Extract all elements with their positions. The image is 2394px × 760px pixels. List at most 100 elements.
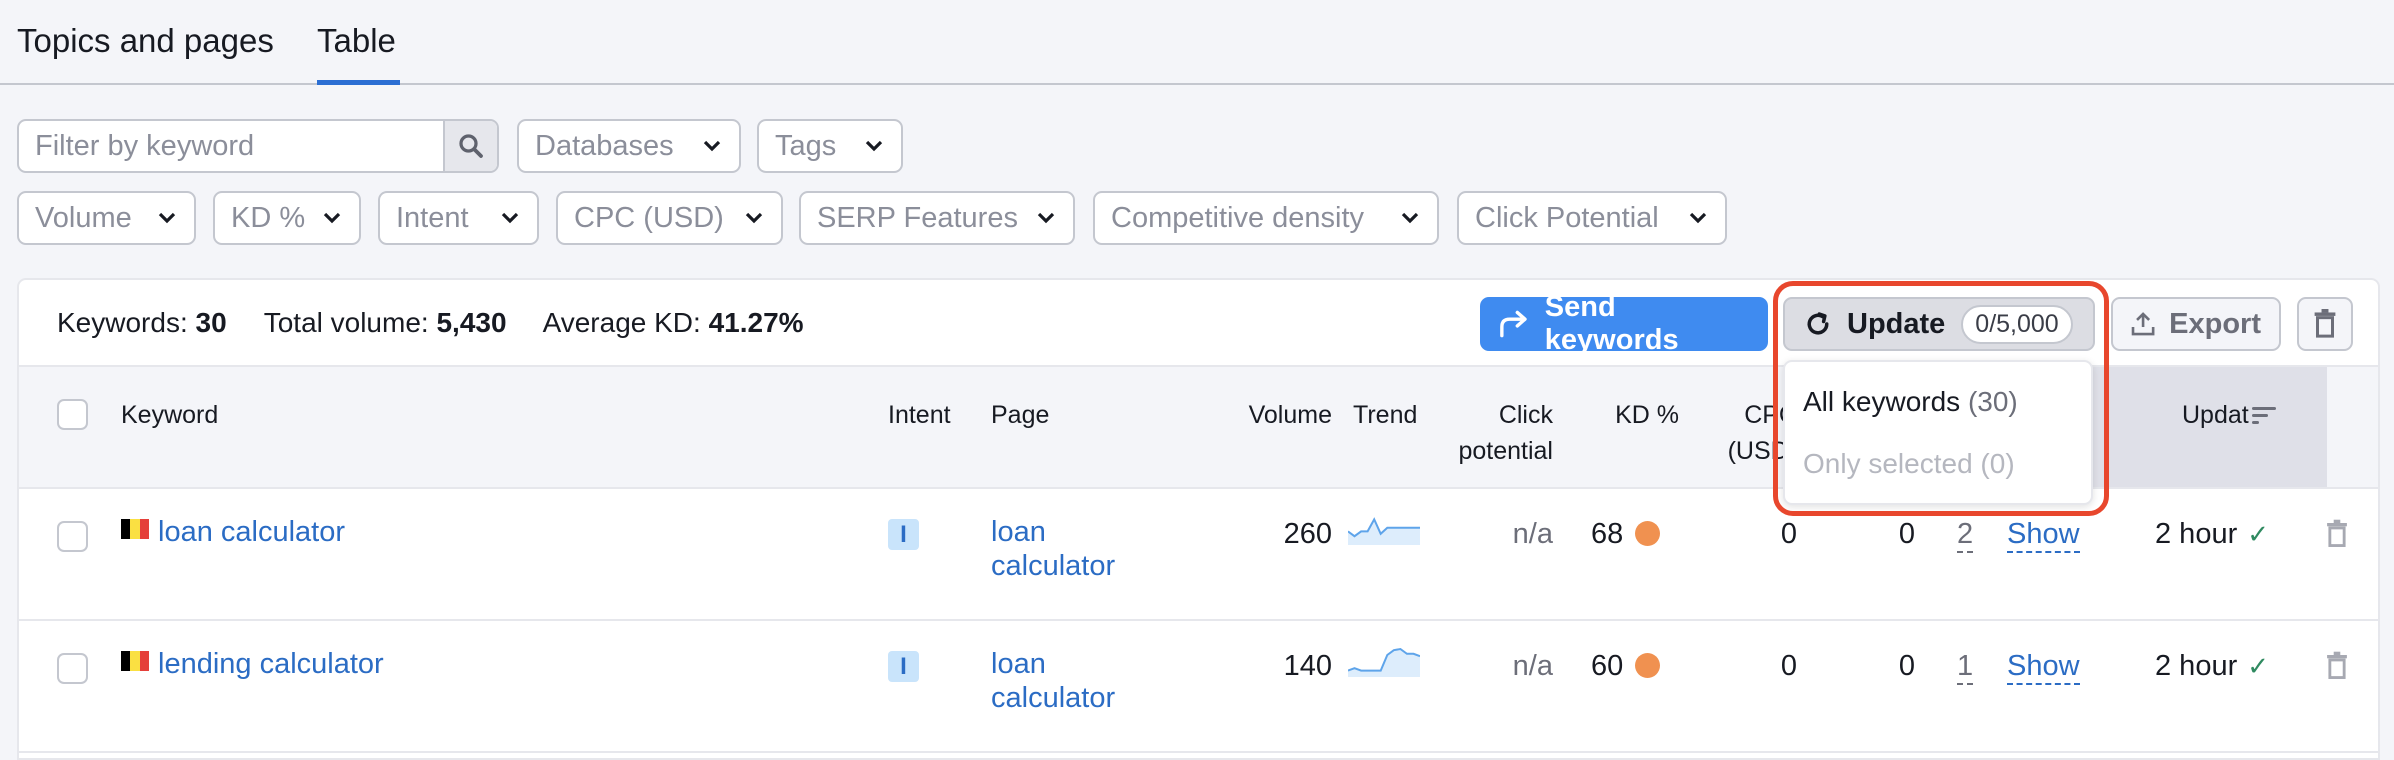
chevron-down-icon [1399,207,1421,229]
row-checkbox[interactable] [57,521,88,552]
volume-filter[interactable]: Volume [17,191,196,245]
average-kd-label: Average KD: [542,307,701,338]
serp-show-link[interactable]: Show [2007,517,2080,553]
table-row: lending calculator I loan calculator 140… [19,621,2378,753]
tags-filter[interactable]: Tags [757,119,903,173]
trash-icon [2327,519,2347,547]
column-header-page[interactable]: Page [991,397,1049,433]
keyword-link[interactable]: loan calculator [158,516,345,548]
update-dropdown-menu: All keywords (30) Only selected (0) [1783,360,2093,505]
column-header-updated[interactable]: Updat [2182,397,2278,433]
export-button[interactable]: Export [2111,297,2281,351]
intent-badge: I [888,651,919,682]
page-link-line1: loan [991,648,1046,680]
serp-features-filter[interactable]: SERP Features [799,191,1075,245]
send-keywords-button[interactable]: Send keywords [1480,291,1768,356]
cpc-filter[interactable]: CPC (USD) [556,191,783,245]
serp-features-count[interactable]: 2 [1957,517,1974,553]
column-header-click-potential[interactable]: Click potential [1419,397,1553,469]
kd-value: 68 [1591,518,1624,550]
volume-cell: 260 [1283,518,1332,550]
cpc-filter-label: CPC (USD) [574,201,724,234]
tags-filter-label: Tags [775,129,837,162]
table-row: loan calculator I loan calculator 260 n/… [19,489,2378,621]
kd-cell: 68 [1591,517,1661,551]
tab-topics-and-pages[interactable]: Topics and pages [17,22,274,60]
search-icon [459,134,483,158]
column-header-click-potential-line2: potential [1458,437,1553,465]
option-count: (30) [1967,386,2018,417]
select-all-checkbox[interactable] [57,399,88,430]
update-label: Update [1847,307,1946,340]
kd-filter[interactable]: KD % [213,191,361,245]
serp-show-link[interactable]: Show [2007,649,2080,685]
refresh-icon [1807,312,1829,335]
updated-cell: 2 hour ✓ [2155,517,2269,551]
column-header-updated-label: Updat [2182,401,2249,429]
active-tab-indicator [317,80,400,85]
kd-difficulty-dot [1635,521,1661,546]
tab-bar: Topics and pages Table [0,0,2394,85]
kd-filter-label: KD % [231,201,306,234]
click-potential-cell: n/a [1512,650,1553,682]
delete-row-button[interactable] [2326,651,2348,686]
total-volume-value: 5,430 [436,307,507,338]
tab-table[interactable]: Table [317,22,396,60]
column-header-keyword[interactable]: Keyword [121,397,218,433]
volume-cell: 140 [1283,650,1332,682]
update-quota-badge: 0/5,000 [1961,304,2073,344]
row-checkbox[interactable] [57,653,88,684]
page-link-line1: loan [991,516,1046,548]
keyword-cell: lending calculator [121,647,384,681]
serp-features-count[interactable]: 1 [1957,649,1974,685]
total-volume-label: Total volume: [263,307,429,338]
column-header-volume[interactable]: Volume [1232,397,1332,433]
keyword-cell: loan calculator [121,515,345,549]
chevron-down-icon [499,207,521,229]
update-only-selected-option: Only selected (0) [1803,448,2015,480]
option-label: All keywords [1803,386,1961,417]
send-keywords-label: Send keywords [1544,291,1679,356]
column-header-kd[interactable]: KD % [1599,397,1679,433]
chevron-down-icon [321,207,343,229]
keyword-filter-input[interactable]: Filter by keyword [17,119,499,173]
chevron-down-icon [1035,207,1057,229]
column-header-trend[interactable]: Trend [1353,397,1417,433]
delete-row-button[interactable] [2326,519,2348,554]
chevron-down-icon [1687,207,1709,229]
databases-filter-label: Databases [535,129,674,162]
belgium-flag-icon [121,519,149,539]
page-link[interactable]: loan calculator [991,647,1115,715]
databases-filter[interactable]: Databases [517,119,741,173]
column-header-intent[interactable]: Intent [888,397,951,433]
serp-features-filter-label: SERP Features [817,201,1018,234]
kd-value: 60 [1591,650,1624,682]
intent-badge: I [888,519,919,550]
keywords-table-card: Keywords: 30 Total volume: 5,430 Average… [17,278,2380,760]
checkmark-icon: ✓ [2247,519,2270,549]
competitive-density-filter[interactable]: Competitive density [1093,191,1439,245]
option-count: (0) [1980,448,2015,479]
update-button[interactable]: Update 0/5,000 [1783,297,2095,351]
page-link[interactable]: loan calculator [991,515,1115,583]
updated-value: 2 hour [2155,518,2238,550]
click-potential-filter[interactable]: Click Potential [1457,191,1727,245]
keyword-link[interactable]: lending calculator [158,648,384,680]
option-label: Only selected [1803,448,1973,479]
search-button[interactable] [443,121,497,171]
keywords-count-label: Keywords: [57,307,188,338]
update-all-keywords-option[interactable]: All keywords (30) [1803,386,2018,418]
chevron-down-icon [743,207,765,229]
intent-filter[interactable]: Intent [378,191,539,245]
updated-value: 2 hour [2155,650,2238,682]
competitive-density-filter-label: Competitive density [1111,201,1365,234]
page-link-line2: calculator [991,682,1116,714]
chevron-down-icon [701,135,723,157]
delete-all-button[interactable] [2297,297,2353,351]
share-arrow-icon [1500,310,1527,338]
summary-stats: Keywords: 30 Total volume: 5,430 Average… [57,307,804,339]
chevron-down-icon [156,207,178,229]
column-header-click-potential-line1: Click [1498,401,1553,429]
keywords-count-value: 30 [195,307,227,338]
kd-difficulty-dot [1635,653,1661,678]
